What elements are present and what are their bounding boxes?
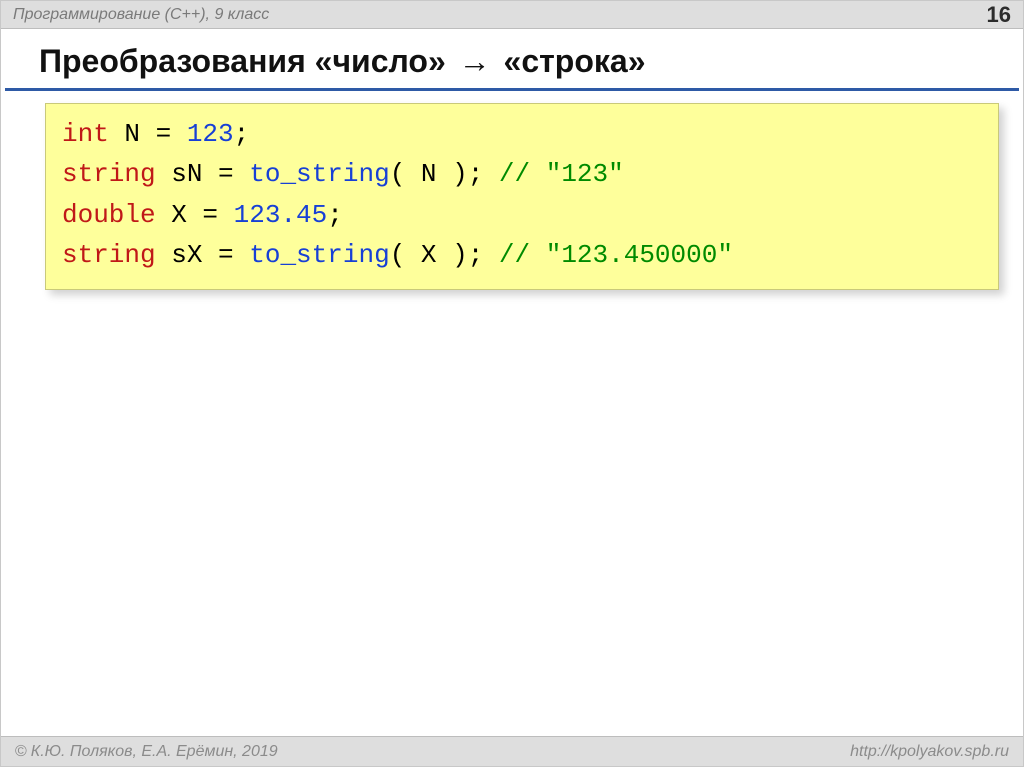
code-text: ;	[234, 119, 250, 149]
page-number: 16	[987, 2, 1011, 28]
code-keyword: string	[62, 240, 156, 270]
slide: Программирование (C++), 9 класс 16 Преоб…	[0, 0, 1024, 767]
code-text: ;	[327, 200, 343, 230]
code-text: ( N );	[390, 159, 499, 189]
slide-title: Преобразования «число» → «строка»	[5, 29, 1019, 91]
footer-bar: ©К.Ю. Поляков, Е.А. Ерёмин, 2019 http://…	[1, 736, 1023, 766]
arrow-icon: →	[455, 43, 495, 79]
code-block: int N = 123; string sN = to_string( N );…	[45, 103, 999, 290]
course-label: Программирование (C++), 9 класс	[13, 6, 269, 24]
code-comment: // "123.450000"	[499, 240, 733, 270]
code-text: sX =	[156, 240, 250, 270]
copyright: ©К.Ю. Поляков, Е.А. Ерёмин, 2019	[15, 743, 278, 761]
authors: К.Ю. Поляков, Е.А. Ерёмин, 2019	[31, 743, 278, 760]
code-number: 123	[187, 119, 234, 149]
title-right: «строка»	[504, 43, 646, 79]
header-bar: Программирование (C++), 9 класс 16	[1, 1, 1023, 29]
code-text: sN =	[156, 159, 250, 189]
code-keyword: int	[62, 119, 109, 149]
code-keyword: double	[62, 200, 156, 230]
copyright-icon: ©	[15, 743, 27, 760]
footer-url: http://kpolyakov.spb.ru	[850, 743, 1009, 761]
code-function: to_string	[249, 159, 389, 189]
code-number: 123.45	[234, 200, 328, 230]
code-keyword: string	[62, 159, 156, 189]
code-text: X =	[156, 200, 234, 230]
title-left: Преобразования «число»	[39, 43, 446, 79]
code-comment: // "123"	[499, 159, 624, 189]
code-function: to_string	[249, 240, 389, 270]
code-text: N =	[109, 119, 187, 149]
code-text: ( X );	[390, 240, 499, 270]
